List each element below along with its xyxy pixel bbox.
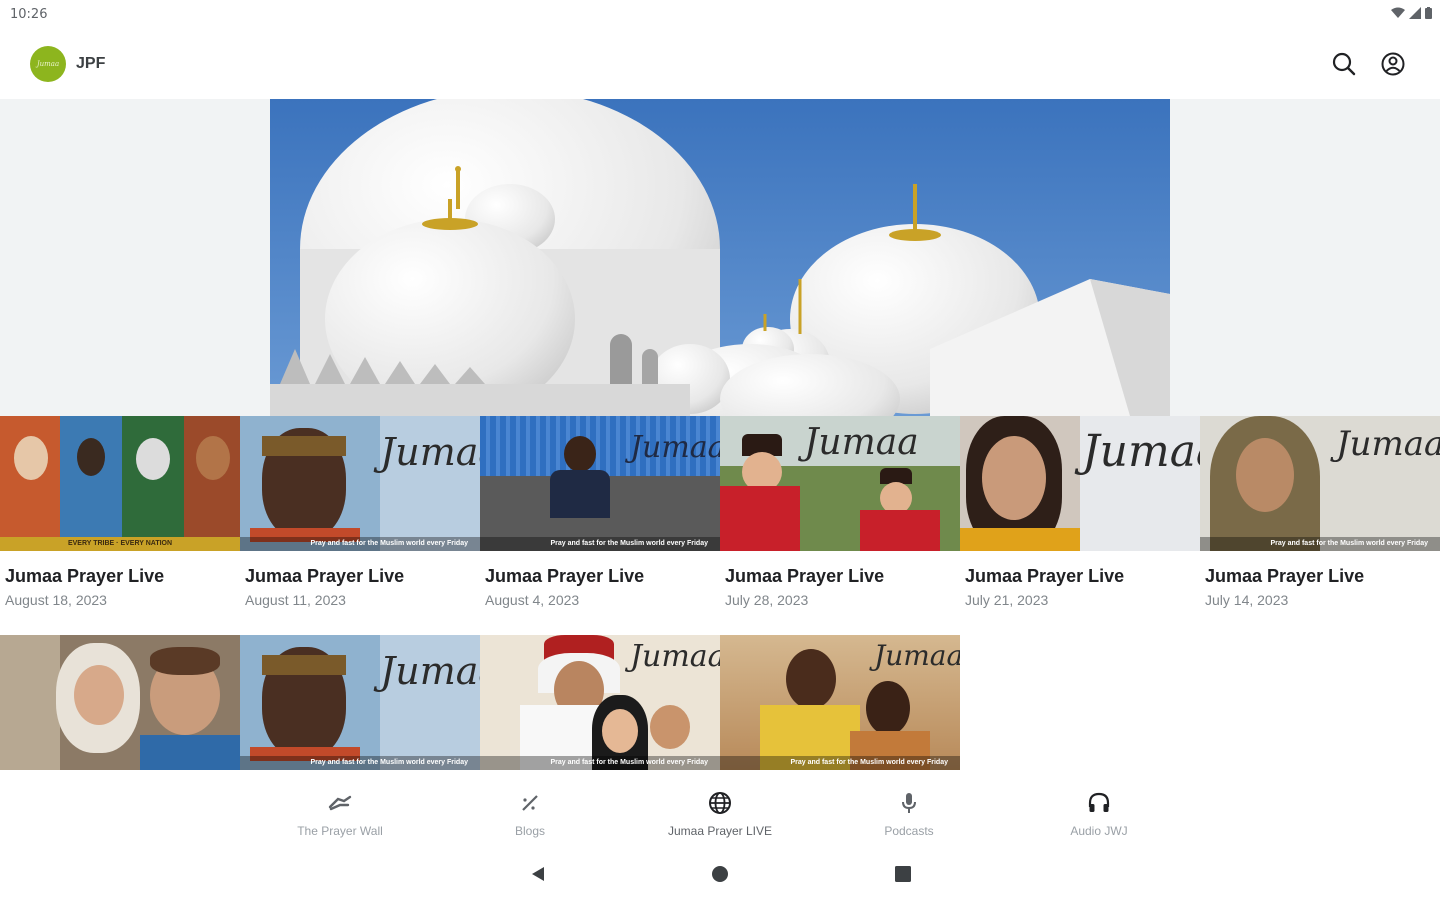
nav-item-prayer-wall[interactable]: The Prayer Wall — [260, 790, 420, 838]
microphone-icon — [896, 790, 922, 816]
app-logo[interactable]: Jumaa — [30, 46, 66, 82]
episode-title: Jumaa Prayer Live — [725, 566, 885, 586]
episode-title: Jumaa Prayer Live — [1205, 566, 1365, 586]
episode-thumbnail — [0, 635, 240, 770]
episode-date: July 14, 2023 — [1205, 592, 1289, 608]
recents-square-icon — [895, 866, 911, 882]
globe-icon — [707, 790, 733, 816]
hands-icon — [327, 790, 353, 816]
home-circle-icon — [712, 866, 728, 882]
episode-card[interactable]: Jumaa Jumaa Prayer Live July 28, 2023 — [720, 416, 960, 608]
blog-icon — [517, 790, 543, 816]
episode-card[interactable] — [0, 635, 240, 770]
thumbnail-caption: EVERY TRIBE · EVERY NATION — [67, 540, 173, 547]
episode-title: Jumaa Prayer Live — [485, 566, 645, 586]
system-navigation-bar — [0, 848, 1440, 900]
episode-thumbnail: Jumaa Pray and fast for the Muslim world… — [480, 635, 720, 770]
thumbnail-caption: Pray and fast for the Muslim world every… — [240, 756, 480, 770]
episode-card[interactable]: Jumaa Jumaa Prayer Live July 21, 2023 — [960, 416, 1200, 608]
episode-card[interactable]: Jumaa Pray and fast for the Muslim world… — [240, 416, 480, 608]
nav-item-blogs[interactable]: Blogs — [450, 790, 610, 838]
bottom-navigation: The Prayer Wall Blogs Jumaa Prayer LIVE … — [0, 770, 1440, 848]
episode-title: Jumaa Prayer Live — [5, 566, 165, 586]
search-icon — [1332, 52, 1356, 76]
episode-card[interactable]: Jumaa Pray and fast for the Muslim world… — [240, 635, 480, 770]
signal-icon — [1409, 7, 1421, 19]
thumbnail-caption: Pray and fast for the Muslim world every… — [240, 537, 480, 551]
jumaa-script-text: Jumaa — [380, 649, 480, 693]
logo-text: Jumaa — [36, 60, 60, 68]
episode-date: August 11, 2023 — [245, 592, 346, 608]
account-button[interactable] — [1379, 50, 1407, 78]
hero-image[interactable] — [270, 99, 1170, 416]
nav-label: Audio JWJ — [1070, 824, 1128, 838]
episode-card[interactable]: EVERY TRIBE · EVERY NATION Jumaa Prayer … — [0, 416, 240, 608]
episode-date: July 21, 2023 — [965, 592, 1049, 608]
nav-item-jumaa-prayer-live[interactable]: Jumaa Prayer LIVE — [640, 790, 800, 838]
status-time: 10:26 — [10, 7, 48, 22]
episode-date: August 18, 2023 — [5, 592, 107, 608]
thumbnail-caption: Pray and fast for the Muslim world every… — [1200, 537, 1440, 551]
jumaa-script-text: Jumaa — [1082, 426, 1200, 477]
episode-card[interactable]: Jumaa Pray and fast for the Muslim world… — [1200, 416, 1440, 608]
status-bar: 10:26 — [0, 0, 1440, 28]
episode-thumbnail: Jumaa Pray and fast for the Muslim world… — [240, 416, 480, 551]
headphones-icon — [1086, 790, 1112, 816]
back-triangle-icon — [532, 867, 544, 881]
nav-item-audio-jwj[interactable]: Audio JWJ — [1019, 790, 1179, 838]
mosque-illustration — [270, 99, 1170, 416]
thumbnail-caption: Pray and fast for the Muslim world every… — [480, 537, 720, 551]
nav-item-podcasts[interactable]: Podcasts — [829, 790, 989, 838]
jumaa-script-text: Jumaa — [874, 639, 960, 672]
episode-date: August 4, 2023 — [485, 592, 580, 608]
search-button[interactable] — [1330, 50, 1358, 78]
episode-card[interactable]: Jumaa Pray and fast for the Muslim world… — [480, 635, 720, 770]
episode-thumbnail: Jumaa — [960, 416, 1200, 551]
jumaa-script-text: Jumaa — [630, 430, 720, 465]
episode-thumbnail: Jumaa — [720, 416, 960, 551]
episode-date: July 28, 2023 — [725, 592, 809, 608]
status-icons — [1391, 7, 1432, 19]
episode-card[interactable]: Jumaa Pray and fast for the Muslim world… — [480, 416, 720, 608]
episode-thumbnail: Jumaa Pray and fast for the Muslim world… — [1200, 416, 1440, 551]
episode-thumbnail: Jumaa Pray and fast for the Muslim world… — [480, 416, 720, 551]
nav-label: Podcasts — [884, 824, 934, 838]
thumbnail-caption: Pray and fast for the Muslim world every… — [720, 756, 960, 770]
episode-thumbnail: Jumaa Pray and fast for the Muslim world… — [240, 635, 480, 770]
episode-thumbnail: EVERY TRIBE · EVERY NATION — [0, 416, 240, 551]
nav-label: Blogs — [514, 824, 546, 838]
episode-thumbnail: Jumaa Pray and fast for the Muslim world… — [720, 635, 960, 770]
app-bar: Jumaa JPF — [0, 28, 1440, 99]
jumaa-script-text: Jumaa — [630, 639, 720, 674]
app-title: JPF — [76, 55, 106, 72]
jumaa-script-text: Jumaa — [804, 422, 919, 463]
account-circle-icon — [1381, 52, 1405, 76]
nav-label: The Prayer Wall — [297, 824, 383, 838]
jumaa-script-text: Jumaa — [380, 430, 480, 474]
battery-icon — [1425, 7, 1432, 19]
episode-title: Jumaa Prayer Live — [965, 566, 1125, 586]
jumaa-script-text: Jumaa — [1336, 424, 1440, 464]
home-button[interactable] — [708, 862, 732, 886]
recents-button[interactable] — [891, 862, 915, 886]
hero-band — [0, 99, 1440, 416]
episode-card[interactable]: Jumaa Pray and fast for the Muslim world… — [720, 635, 960, 770]
nav-label: Jumaa Prayer LIVE — [667, 824, 773, 838]
thumbnail-caption: Pray and fast for the Muslim world every… — [480, 756, 720, 770]
back-button[interactable] — [526, 862, 550, 886]
wifi-icon — [1391, 7, 1405, 18]
episode-title: Jumaa Prayer Live — [245, 566, 405, 586]
